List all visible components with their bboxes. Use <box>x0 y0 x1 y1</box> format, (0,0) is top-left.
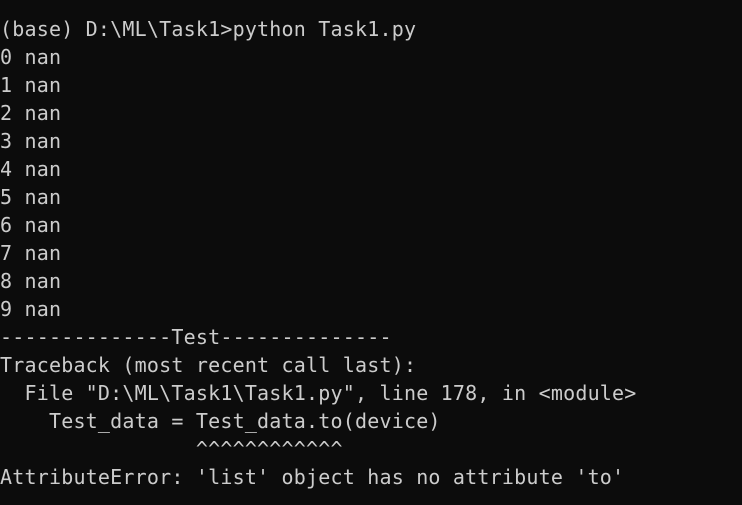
test-separator-line: --------------Test-------------- <box>0 325 392 349</box>
prompt-command-line: (base) D:\ML\Task1>python Task1.py <box>0 17 417 41</box>
output-line: 2 nan <box>0 101 62 125</box>
output-line: 5 nan <box>0 185 62 209</box>
traceback-header: Traceback (most recent call last): <box>0 353 417 377</box>
error-message-line: AttributeError: 'list' object has no att… <box>0 465 625 489</box>
output-line: 7 nan <box>0 241 62 265</box>
traceback-code-line: Test_data = Test_data.to(device) <box>0 409 441 433</box>
output-line: 4 nan <box>0 157 62 181</box>
output-line: 9 nan <box>0 297 62 321</box>
output-line: 8 nan <box>0 269 62 293</box>
output-line: 0 nan <box>0 45 62 69</box>
traceback-caret-line: ^^^^^^^^^^^^ <box>0 437 343 461</box>
output-line: 1 nan <box>0 73 62 97</box>
terminal-window[interactable]: (base) D:\ML\Task1>python Task1.py 0 nan… <box>0 0 742 505</box>
output-line: 6 nan <box>0 213 62 237</box>
output-line: 3 nan <box>0 129 62 153</box>
traceback-file-line: File "D:\ML\Task1\Task1.py", line 178, i… <box>0 381 637 405</box>
